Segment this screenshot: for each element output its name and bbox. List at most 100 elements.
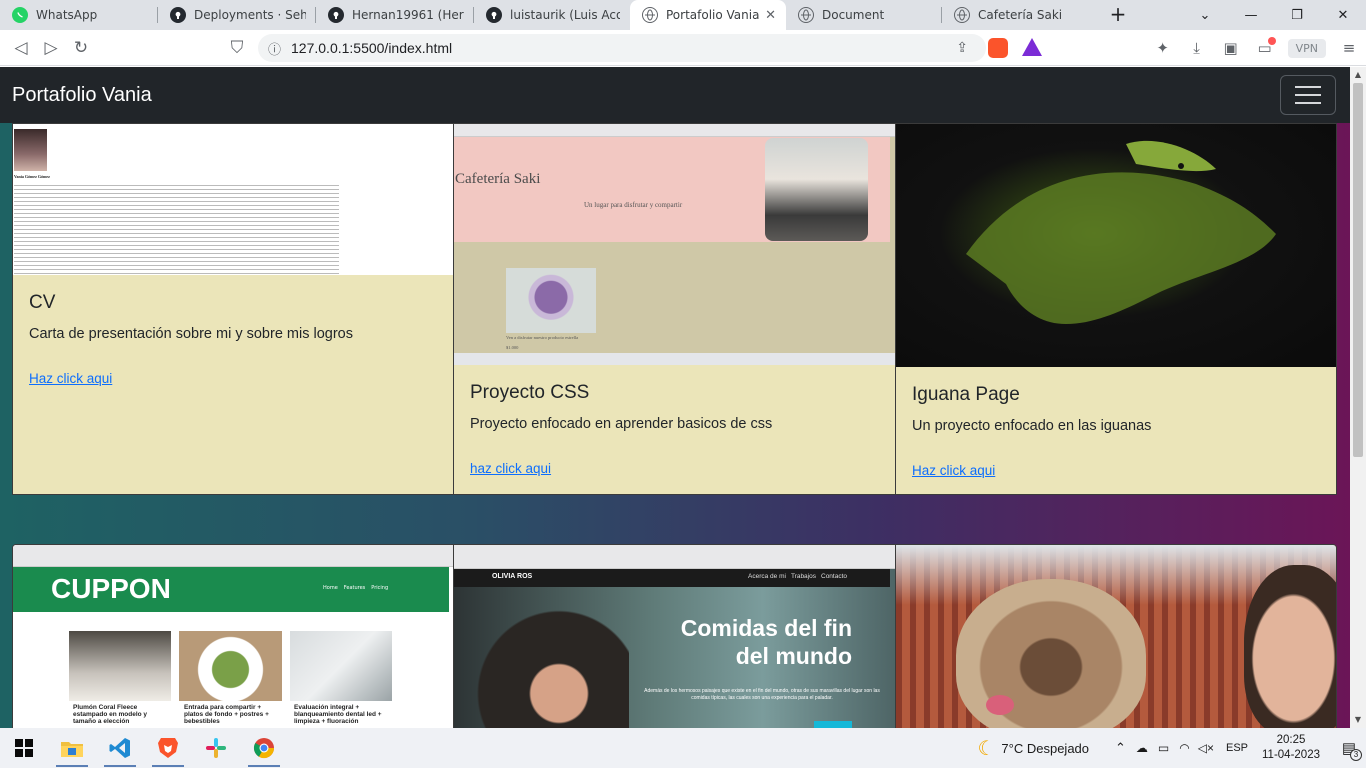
card-link[interactable]: Haz click aqui bbox=[912, 463, 995, 478]
wifi-icon[interactable]: ◠ bbox=[1179, 741, 1189, 755]
brave-shields-icon[interactable] bbox=[988, 38, 1008, 58]
back-icon[interactable]: ◁ bbox=[6, 33, 36, 63]
thumb-browser-bar bbox=[454, 124, 895, 137]
card-title: Proyecto CSS bbox=[470, 382, 590, 403]
close-tab-icon[interactable]: ✕ bbox=[765, 8, 776, 23]
start-icon[interactable] bbox=[0, 728, 48, 768]
card-proyecto-css: Cafetería Saki Un lugar para disfrutar y… bbox=[453, 123, 896, 495]
weather-text[interactable]: 7°C Despejado bbox=[1001, 741, 1089, 756]
thumb-browser-bar bbox=[454, 545, 895, 569]
tab-cafeteria[interactable]: Cafetería Saki bbox=[942, 0, 1100, 30]
moon-weather-icon[interactable]: ☾ bbox=[977, 736, 995, 761]
card-olivia: OLIVIA ROS Acerca de mi Trabajos Contacto … bbox=[453, 544, 896, 728]
card-image-cuppon[interactable]: CUPPON Home Features Pricing Plumón Coral … bbox=[13, 545, 453, 728]
card-image-cv[interactable]: Vania Gómez Gómez bbox=[13, 124, 453, 275]
thumb-product-3 bbox=[290, 631, 392, 701]
close-window-button[interactable]: ✕ bbox=[1320, 0, 1366, 30]
site-brand[interactable]: Portafolio Vania bbox=[12, 84, 152, 107]
card-link[interactable]: haz click aqui bbox=[470, 461, 551, 476]
tab-hernan[interactable]: Hernan19961 (Hernán) bbox=[316, 0, 474, 30]
thumb-cafe-price: $1.000 bbox=[506, 345, 519, 350]
tab-portafolio[interactable]: Portafolio Vania G ✕ bbox=[630, 0, 786, 30]
github-icon bbox=[170, 7, 186, 23]
slack-icon[interactable] bbox=[192, 728, 240, 768]
card-body: Iguana Page Un proyecto enfocado en las … bbox=[896, 367, 1336, 494]
minimize-button[interactable]: — bbox=[1228, 0, 1274, 30]
thumb-cafe-caption: Ven a disfrutar nuestro producto estrell… bbox=[506, 335, 579, 340]
file-explorer-icon[interactable] bbox=[48, 728, 96, 768]
scrollbar-thumb[interactable] bbox=[1353, 83, 1363, 457]
notifications-icon[interactable]: ▤ 3 bbox=[1332, 728, 1366, 768]
thumb-taskbar bbox=[454, 353, 895, 365]
tab-search-icon[interactable]: ⌄ bbox=[1182, 0, 1228, 30]
card-body: CV Carta de presentación sobre mi y sobr… bbox=[13, 275, 453, 404]
card-text: Proyecto enfocado en aprender basicos de… bbox=[470, 416, 773, 432]
globe-icon bbox=[642, 7, 658, 23]
thumb-woman-photo bbox=[454, 587, 629, 728]
downloads-icon[interactable]: ⤓ bbox=[1180, 33, 1214, 63]
cv-name: Vania Gómez Gómez bbox=[14, 174, 50, 179]
chrome-icon[interactable] bbox=[240, 728, 288, 768]
tab-document[interactable]: Document bbox=[786, 0, 942, 30]
tab-title: WhatsApp bbox=[36, 8, 98, 22]
system-tray: ☾ 7°C Despejado ⌃ ☁ ▭ ◠ ◁× ESP 20:25 11-… bbox=[977, 728, 1366, 768]
thumb-olivia-subtitle: Además de los hermosos paisajes que exis… bbox=[644, 688, 880, 701]
thumb-cuppon-logo: CUPPON bbox=[51, 573, 171, 604]
sidebar-icon[interactable]: ▣ bbox=[1214, 33, 1248, 63]
card-image-cafeteria[interactable]: Cafetería Saki Un lugar para disfrutar y… bbox=[454, 124, 895, 365]
tab-title: Document bbox=[822, 8, 885, 22]
volume-icon[interactable]: ◁× bbox=[1198, 741, 1214, 755]
clock[interactable]: 20:25 11-04-2023 bbox=[1262, 733, 1320, 763]
thumb-browser-bar bbox=[13, 545, 453, 567]
notification-count: 3 bbox=[1350, 749, 1362, 761]
card-title: Iguana Page bbox=[912, 384, 1020, 405]
window-controls: ⌄ — ❐ ✕ bbox=[1182, 0, 1366, 30]
globe-icon bbox=[954, 7, 970, 23]
brave-rewards-icon[interactable] bbox=[1022, 38, 1042, 56]
card-link[interactable]: Haz click aqui bbox=[29, 371, 112, 386]
vscode-icon[interactable] bbox=[96, 728, 144, 768]
card-cuppon: CUPPON Home Features Pricing Plumón Coral … bbox=[12, 544, 454, 728]
card-image-dog[interactable] bbox=[896, 545, 1336, 728]
card-image-iguana[interactable] bbox=[896, 124, 1336, 367]
forward-icon[interactable]: ▷ bbox=[36, 33, 66, 63]
bookmark-icon[interactable]: ⛉ bbox=[222, 33, 252, 63]
card-iguana: Iguana Page Un proyecto enfocado en las … bbox=[895, 123, 1337, 495]
language-indicator[interactable]: ESP bbox=[1226, 742, 1248, 754]
thumb-product-title: Entrada para compartir + platos de fondo… bbox=[184, 704, 269, 725]
page-scrollbar[interactable]: ▲ ▼ bbox=[1350, 67, 1366, 728]
thumb-olivia-button bbox=[814, 721, 852, 728]
card-image-olivia[interactable]: OLIVIA ROS Acerca de mi Trabajos Contacto … bbox=[454, 545, 895, 728]
tab-whatsapp[interactable]: WhatsApp bbox=[0, 0, 158, 30]
maximize-button[interactable]: ❐ bbox=[1274, 0, 1320, 30]
navbar-toggler-button[interactable] bbox=[1280, 75, 1336, 115]
new-tab-button[interactable]: + bbox=[1106, 3, 1130, 27]
scroll-up-arrow[interactable]: ▲ bbox=[1350, 68, 1366, 82]
battery-icon[interactable]: ▭ bbox=[1158, 741, 1169, 755]
thumb-cafe-photo bbox=[765, 138, 868, 241]
reload-icon[interactable]: ↻ bbox=[66, 33, 96, 63]
share-icon[interactable]: ⇪ bbox=[956, 40, 968, 56]
scroll-down-arrow[interactable]: ▼ bbox=[1350, 713, 1366, 727]
tab-luistaurik[interactable]: luistaurik (Luis Acosta ) bbox=[474, 0, 630, 30]
brave-icon[interactable] bbox=[144, 728, 192, 768]
card-cv: Vania Gómez Gómez CV Carta de presentaci… bbox=[12, 123, 454, 495]
extensions-icon[interactable]: ✦ bbox=[1146, 33, 1180, 63]
thumb-product-1 bbox=[69, 631, 171, 701]
dog-tongue bbox=[986, 695, 1014, 715]
wallet-icon[interactable]: ▭ bbox=[1248, 33, 1282, 63]
github-icon bbox=[486, 7, 502, 23]
address-bar[interactable]: ⓘ 127.0.0.1:5500/index.html ⇪ bbox=[258, 34, 986, 62]
dog-photo bbox=[956, 579, 1146, 728]
globe-icon bbox=[798, 7, 814, 23]
tab-deployments[interactable]: Deployments · Sehoan bbox=[158, 0, 316, 30]
vpn-button[interactable]: VPN bbox=[1287, 38, 1326, 58]
site-info-icon[interactable]: ⓘ bbox=[268, 39, 281, 58]
chevron-up-icon[interactable]: ⌃ bbox=[1115, 740, 1126, 756]
thumb-cuppon-header: CUPPON Home Features Pricing bbox=[13, 567, 449, 612]
menu-icon[interactable]: ≡ bbox=[1332, 33, 1366, 63]
page-viewport: Portafolio Vania Vania Gómez Gómez CV Ca… bbox=[0, 67, 1350, 728]
thumb-product-title: Evaluación integral + blanqueamiento den… bbox=[294, 704, 382, 725]
url-text: 127.0.0.1:5500/index.html bbox=[291, 40, 453, 56]
cloud-icon[interactable]: ☁ bbox=[1136, 741, 1148, 755]
